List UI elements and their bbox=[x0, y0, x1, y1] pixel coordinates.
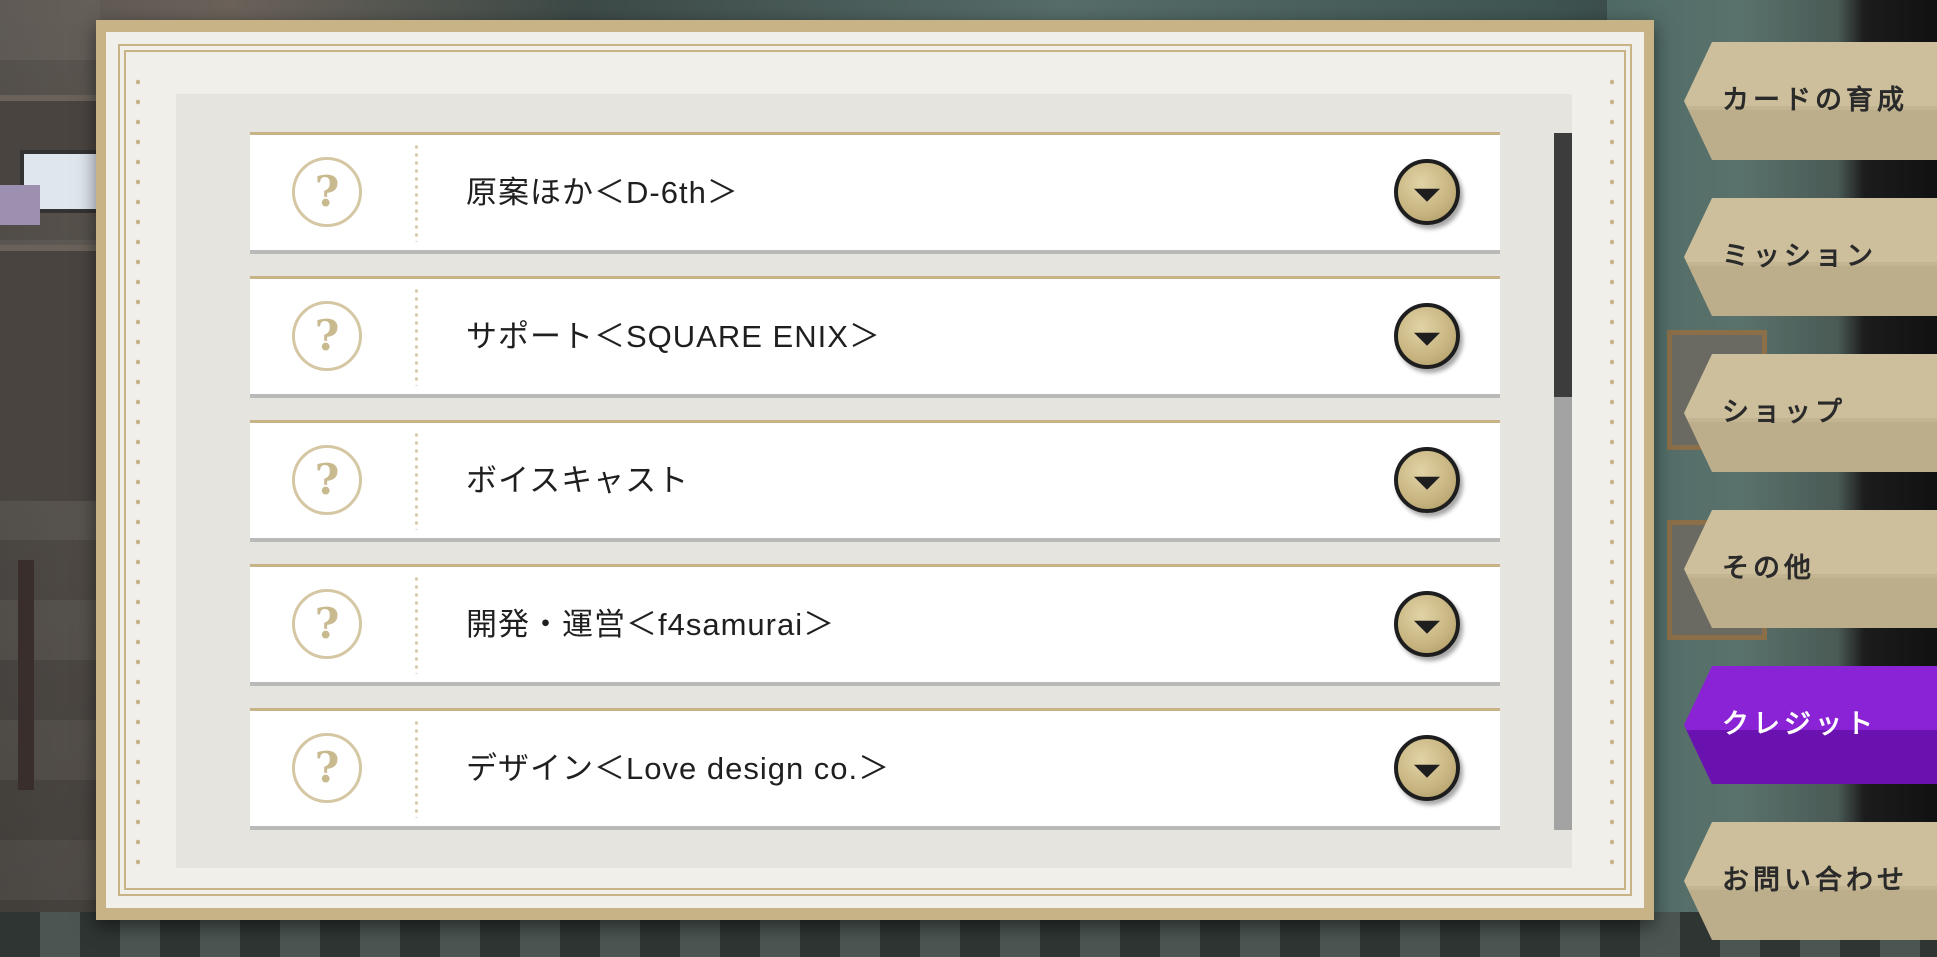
panel-dots-left bbox=[136, 72, 140, 868]
credit-row-label: サポート＜SQUARE ENIX＞ bbox=[466, 319, 881, 354]
credit-row[interactable]: ? ボイスキャスト bbox=[250, 420, 1500, 542]
question-mark-icon: ? bbox=[292, 301, 362, 371]
expand-button[interactable] bbox=[1394, 735, 1460, 801]
chevron-down-icon bbox=[1414, 620, 1440, 634]
tab-credits[interactable]: クレジット bbox=[1684, 666, 1937, 784]
row-divider bbox=[415, 287, 418, 386]
tab-label: ミッション bbox=[1722, 241, 1877, 272]
credit-row[interactable]: ? 開発・運営＜f4samurai＞ bbox=[250, 564, 1500, 686]
background-box bbox=[0, 185, 40, 225]
expand-button[interactable] bbox=[1394, 303, 1460, 369]
tab-card-growth[interactable]: カードの育成 bbox=[1684, 42, 1937, 160]
row-divider bbox=[415, 431, 418, 530]
credits-panel: ? 原案ほか＜D-6th＞ ? サポート＜SQUARE ENIX＞ ? ボイスキ… bbox=[96, 20, 1654, 920]
scrollbar[interactable] bbox=[1554, 133, 1572, 830]
credits-list: ? 原案ほか＜D-6th＞ ? サポート＜SQUARE ENIX＞ ? ボイスキ… bbox=[176, 94, 1572, 868]
tab-other[interactable]: その他 bbox=[1684, 510, 1937, 628]
row-divider bbox=[415, 575, 418, 674]
tab-label: カードの育成 bbox=[1722, 85, 1908, 116]
credit-row[interactable]: ? デザイン＜Love design co.＞ bbox=[250, 708, 1500, 830]
tab-label: クレジット bbox=[1722, 709, 1877, 740]
expand-button[interactable] bbox=[1394, 159, 1460, 225]
tab-missions[interactable]: ミッション bbox=[1684, 198, 1937, 316]
tab-shop[interactable]: ショップ bbox=[1684, 354, 1937, 472]
credit-row[interactable]: ? 原案ほか＜D-6th＞ bbox=[250, 132, 1500, 254]
question-mark-icon: ? bbox=[292, 733, 362, 803]
background-cabinet bbox=[0, 245, 100, 501]
row-divider bbox=[415, 719, 418, 818]
chevron-down-icon bbox=[1414, 764, 1440, 778]
question-mark-icon: ? bbox=[292, 445, 362, 515]
scrollbar-thumb[interactable] bbox=[1554, 133, 1572, 397]
background-post bbox=[18, 560, 34, 790]
question-mark-icon: ? bbox=[292, 589, 362, 659]
credit-row-label: ボイスキャスト bbox=[466, 463, 690, 498]
credit-row-label: デザイン＜Love design co.＞ bbox=[466, 751, 891, 786]
question-mark-icon: ? bbox=[292, 157, 362, 227]
panel-paper: ? 原案ほか＜D-6th＞ ? サポート＜SQUARE ENIX＞ ? ボイスキ… bbox=[106, 32, 1644, 908]
tab-label: お問い合わせ bbox=[1722, 865, 1908, 896]
chevron-down-icon bbox=[1414, 332, 1440, 346]
tab-label: その他 bbox=[1722, 553, 1815, 584]
credit-row[interactable]: ? サポート＜SQUARE ENIX＞ bbox=[250, 276, 1500, 398]
expand-button[interactable] bbox=[1394, 591, 1460, 657]
tab-contact[interactable]: お問い合わせ bbox=[1684, 822, 1937, 940]
tab-label: ショップ bbox=[1722, 397, 1846, 428]
expand-button[interactable] bbox=[1394, 447, 1460, 513]
row-divider bbox=[415, 143, 418, 242]
chevron-down-icon bbox=[1414, 188, 1440, 202]
credit-row-label: 原案ほか＜D-6th＞ bbox=[466, 175, 739, 210]
panel-dots-right bbox=[1610, 72, 1614, 868]
credit-row-label: 開発・運営＜f4samurai＞ bbox=[466, 607, 836, 642]
chevron-down-icon bbox=[1414, 476, 1440, 490]
